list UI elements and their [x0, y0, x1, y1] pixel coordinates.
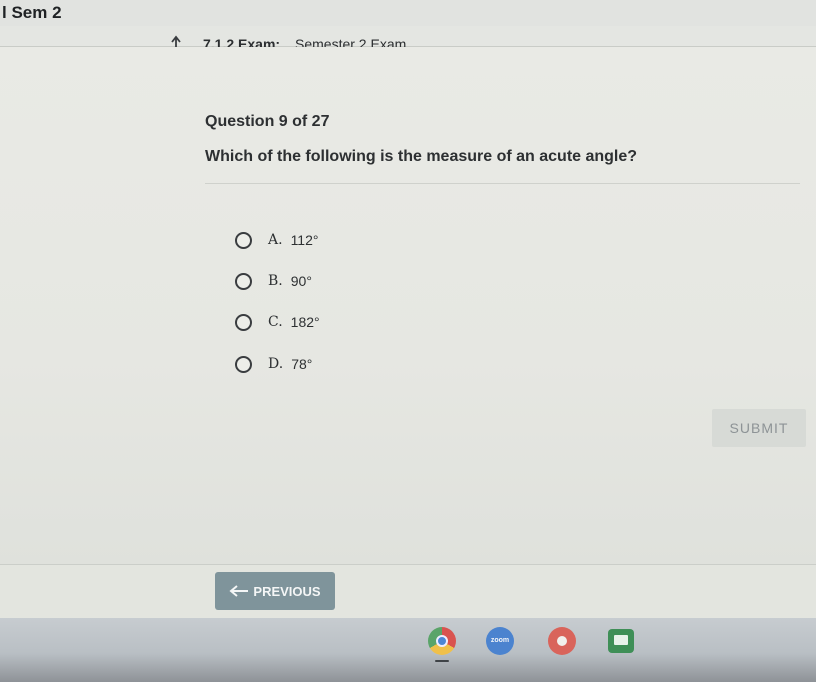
arrow-left-icon	[229, 585, 249, 597]
question-divider	[205, 183, 800, 184]
question-text: Which of the following is the measure of…	[205, 148, 638, 165]
option-d[interactable]: D. 78°	[235, 351, 312, 377]
option-letter: D.	[268, 356, 284, 372]
course-title: l Sem 2	[2, 3, 62, 22]
active-app-indicator	[435, 660, 449, 662]
option-b[interactable]: B. 90°	[235, 268, 312, 294]
option-value: 182°	[290, 314, 320, 330]
option-letter: A.	[268, 232, 283, 248]
option-value: 112°	[290, 232, 319, 248]
question-panel	[0, 47, 816, 565]
submit-button[interactable]: SUBMIT	[712, 409, 806, 447]
radio-button[interactable]	[235, 313, 252, 331]
option-a[interactable]: A. 112°	[235, 227, 318, 253]
option-letter: B.	[268, 273, 283, 289]
screen-icon[interactable]	[608, 629, 634, 653]
top-bar: l Sem 2	[0, 0, 816, 26]
radio-button[interactable]	[235, 272, 252, 290]
footer-divider	[0, 564, 816, 565]
question-number: Question 9 of 27	[205, 113, 330, 130]
chrome-icon[interactable]	[428, 627, 456, 655]
option-value: 78°	[291, 356, 313, 372]
previous-button[interactable]: PREVIOUS	[215, 572, 335, 610]
os-shelf	[0, 618, 816, 682]
previous-label: PREVIOUS	[253, 583, 321, 599]
radio-button[interactable]	[235, 231, 252, 249]
option-value: 90°	[290, 273, 312, 289]
radio-button[interactable]	[235, 355, 252, 373]
photos-icon[interactable]	[548, 627, 576, 655]
exam-header	[0, 26, 816, 47]
option-letter: C.	[268, 314, 283, 330]
option-c[interactable]: C. 182°	[235, 309, 320, 335]
zoom-icon[interactable]: zoom	[486, 627, 514, 655]
